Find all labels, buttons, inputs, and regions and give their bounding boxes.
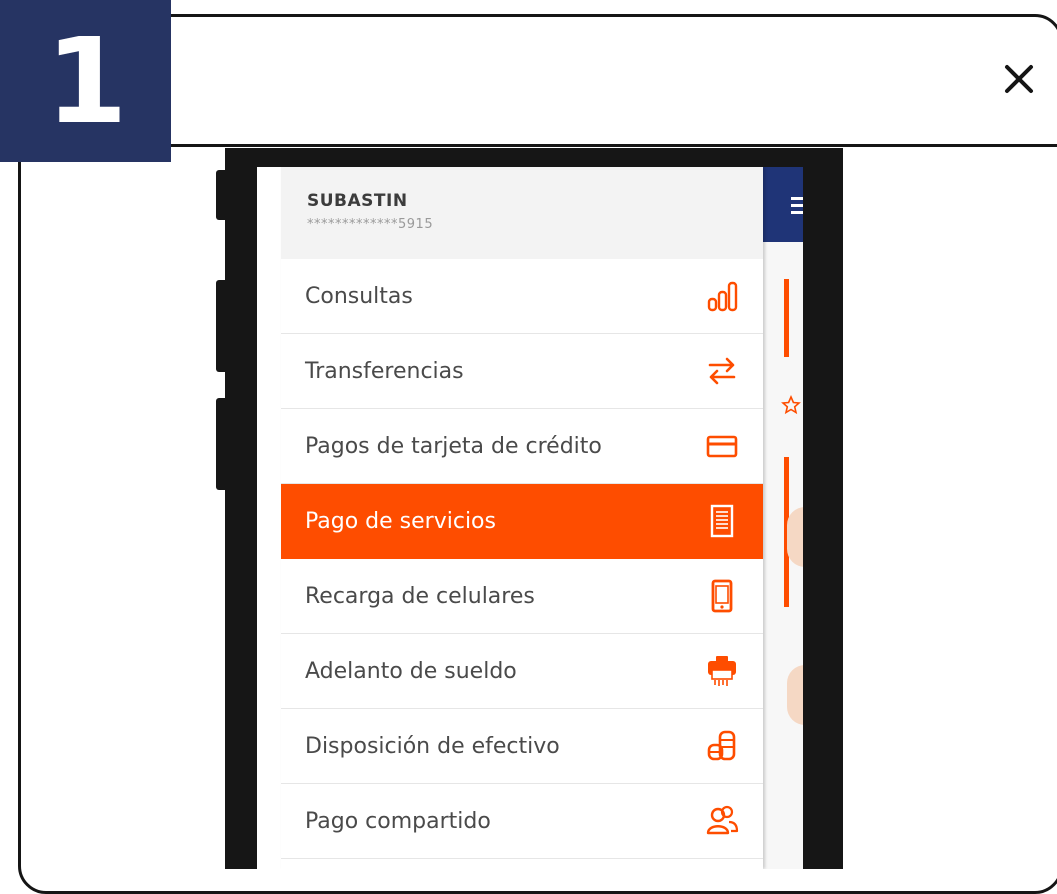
menu-item-label: Consultas bbox=[305, 283, 413, 309]
menu-item-pago-compartido[interactable]: Pago compartido bbox=[281, 784, 763, 859]
menu-item-adelanto-sueldo[interactable]: Adelanto de sueldo bbox=[281, 634, 763, 709]
user-account-number: *************5915 bbox=[307, 217, 434, 232]
app-navbar bbox=[763, 167, 803, 242]
star-icon bbox=[781, 395, 801, 415]
users-icon bbox=[705, 804, 739, 838]
menu-item-label: Adelanto de sueldo bbox=[305, 658, 517, 684]
app-accent-circle bbox=[787, 665, 803, 725]
menu-item-label: Pago de servicios bbox=[305, 508, 496, 534]
cash-machine-icon bbox=[705, 654, 739, 688]
bar-chart-icon bbox=[705, 279, 739, 313]
side-menu: SUBASTIN *************5915 Consultas Tra… bbox=[281, 167, 763, 869]
mobile-phone-icon bbox=[705, 579, 739, 613]
menu-item-label: Transferencias bbox=[305, 358, 464, 384]
coins-stack-icon bbox=[705, 729, 739, 763]
hamburger-icon[interactable] bbox=[763, 167, 803, 242]
credit-card-icon bbox=[705, 429, 739, 463]
transfer-arrows-icon bbox=[705, 354, 739, 388]
step-badge: 1 bbox=[0, 0, 171, 162]
menu-item-label: Disposición de efectivo bbox=[305, 733, 560, 759]
menu-item-label: Recarga de celulares bbox=[305, 583, 535, 609]
app-accent-bar bbox=[784, 279, 789, 357]
user-header: SUBASTIN *************5915 bbox=[281, 167, 763, 259]
phone-screen: SUBASTIN *************5915 Consultas Tra… bbox=[257, 167, 803, 869]
close-icon bbox=[1005, 65, 1033, 93]
menu-item-label: Pagos de tarjeta de crédito bbox=[305, 433, 602, 459]
header-divider bbox=[170, 144, 1057, 147]
menu-item-consultas[interactable]: Consultas bbox=[281, 259, 763, 334]
receipt-icon bbox=[705, 504, 739, 538]
menu-item-disposicion-efectivo[interactable]: Disposición de efectivo bbox=[281, 709, 763, 784]
menu-item-transferencias[interactable]: Transferencias bbox=[281, 334, 763, 409]
menu-item-pagos-tarjeta[interactable]: Pagos de tarjeta de crédito bbox=[281, 409, 763, 484]
app-accent-circle bbox=[787, 507, 803, 567]
close-button[interactable] bbox=[996, 56, 1042, 102]
menu-item-label: Pago compartido bbox=[305, 808, 491, 834]
user-name: SUBASTIN bbox=[307, 191, 408, 211]
step-number: 1 bbox=[45, 12, 127, 150]
menu-item-pago-servicios[interactable]: Pago de servicios bbox=[281, 484, 763, 559]
menu-item-recarga-celulares[interactable]: Recarga de celulares bbox=[281, 559, 763, 634]
